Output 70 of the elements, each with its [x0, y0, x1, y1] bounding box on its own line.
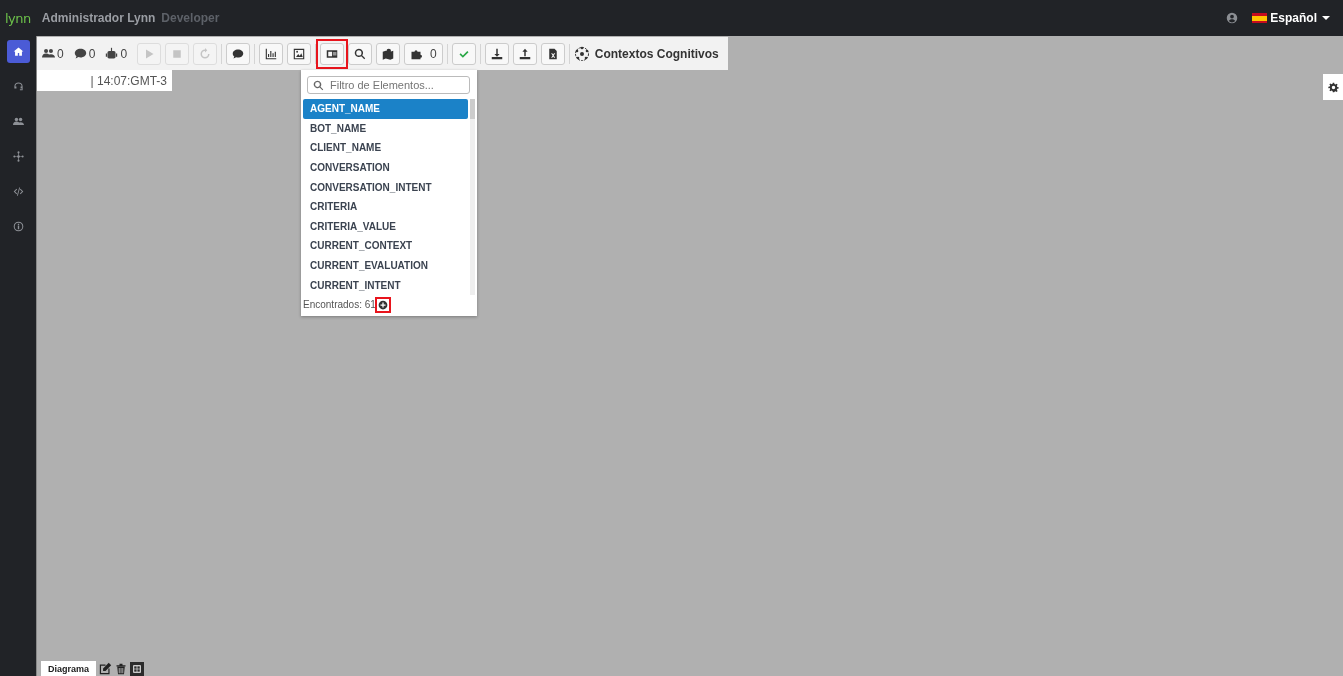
- cognitive-contexts-button[interactable]: Contextos Cognitivos: [573, 45, 719, 62]
- user-name: Administrador Lynn: [41, 11, 156, 25]
- upload-button[interactable]: [512, 42, 537, 65]
- element-item[interactable]: CONVERSATION: [303, 157, 469, 178]
- map-button[interactable]: [376, 42, 401, 65]
- chat-button[interactable]: [226, 42, 251, 65]
- trash-icon: [115, 662, 128, 675]
- scrollbar[interactable]: [470, 99, 475, 295]
- settings-button[interactable]: [1323, 74, 1343, 100]
- element-item[interactable]: CURRENT_CONTEXT: [303, 236, 469, 256]
- excel-button[interactable]: [540, 42, 565, 65]
- excel-file-icon: [546, 47, 559, 60]
- spain-flag-icon: [1252, 13, 1268, 23]
- logo: lynn: [5, 10, 31, 26]
- delete-button[interactable]: [115, 662, 128, 675]
- diagram-tab[interactable]: Diagrama: [41, 661, 97, 676]
- home-icon: [12, 46, 24, 57]
- counter-value: 0: [88, 46, 96, 61]
- image-icon: [293, 47, 306, 60]
- element-item[interactable]: CURRENT_EVALUATION: [303, 255, 469, 276]
- element-item[interactable]: CONVERSATION_INTENT: [303, 177, 469, 197]
- network-globe-icon: [573, 45, 590, 62]
- robot-icon: [105, 47, 119, 60]
- code-icon: [12, 186, 24, 197]
- bar-chart-icon: [265, 47, 278, 60]
- id-card-icon: [326, 47, 339, 60]
- image-button[interactable]: [287, 42, 312, 65]
- network-icon: [12, 151, 24, 162]
- element-item[interactable]: AGENT_NAME: [303, 99, 469, 119]
- chart-button[interactable]: [259, 42, 284, 65]
- users-icon: [12, 116, 24, 127]
- download-button[interactable]: [484, 42, 509, 65]
- add-button[interactable]: [376, 298, 389, 311]
- element-item[interactable]: BOT_NAME: [303, 118, 469, 139]
- users-icon: [42, 47, 55, 60]
- download-icon: [490, 47, 503, 60]
- refresh-icon: [199, 47, 212, 60]
- chat-bubble-icon: [232, 47, 245, 60]
- expand-button[interactable]: [130, 661, 145, 676]
- info-icon: [12, 221, 24, 232]
- headset-icon: [12, 81, 24, 92]
- caret-icon: [1322, 16, 1330, 20]
- clock-text: | 14:07:GMT-3: [37, 70, 172, 91]
- element-item[interactable]: CRITERIA_VALUE: [303, 216, 469, 237]
- edit-button[interactable]: [99, 662, 113, 675]
- grid-icon: [132, 663, 143, 674]
- filter-field[interactable]: Filtro de Elementos...: [307, 76, 470, 94]
- element-item[interactable]: CURRENT_INTENT: [303, 275, 469, 295]
- element-item[interactable]: CLIENT_NAME: [303, 138, 469, 158]
- chat-bubble-icon: [73, 47, 87, 60]
- puzzle-icon: [410, 47, 423, 60]
- element-item[interactable]: CRITERIA: [303, 196, 469, 217]
- idcard-button[interactable]: [320, 42, 345, 65]
- found-count: Encontrados: 61: [303, 299, 376, 311]
- search-button[interactable]: [348, 42, 373, 65]
- play-icon: [143, 47, 156, 60]
- counter-value: 0: [57, 46, 64, 61]
- user-icon: [1226, 12, 1239, 24]
- check-button[interactable]: [451, 42, 476, 65]
- settings-icon: [1327, 81, 1339, 93]
- puzzle-button[interactable]: 0: [404, 42, 443, 65]
- sidebar-item[interactable]: [6, 40, 30, 63]
- upload-icon: [518, 47, 531, 60]
- counter-value: 0: [120, 46, 128, 61]
- stop-icon: [171, 47, 184, 60]
- language-dropdown[interactable]: Español: [1252, 11, 1330, 25]
- user-role: Developer: [161, 11, 220, 25]
- map-icon: [382, 47, 395, 60]
- search-icon: [354, 47, 367, 60]
- edit-icon: [99, 662, 113, 675]
